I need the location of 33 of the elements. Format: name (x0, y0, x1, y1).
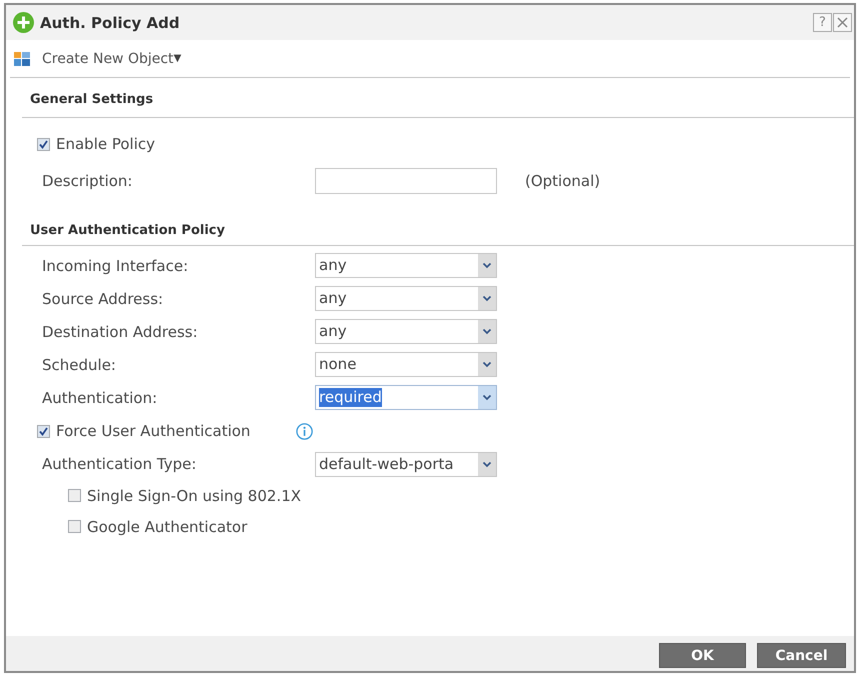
footer-button[interactable]: Cancel (757, 643, 846, 668)
text-field[interactable] (315, 168, 497, 194)
checkbox-label: Force User Authentication (56, 421, 250, 441)
field-label: Description: (42, 171, 132, 191)
dropdown[interactable]: any (315, 286, 497, 311)
dropdown[interactable]: none (315, 352, 497, 377)
plus-circle-icon (13, 12, 34, 33)
field-label: Source Address: (42, 288, 164, 308)
app-tiles-icon (14, 52, 30, 66)
field-label: Schedule: (42, 354, 116, 374)
checkbox-label: Google Authenticator (87, 516, 248, 536)
create-object-menu[interactable]: Create New Object▼ (14, 48, 182, 68)
checkbox[interactable] (68, 489, 81, 502)
dropdown[interactable]: default-web-porta (315, 452, 497, 476)
checkbox-label: Enable Policy (56, 134, 156, 154)
footer-button[interactable]: OK (659, 643, 746, 668)
info-icon[interactable] (296, 422, 313, 440)
dialog-title: Auth. Policy Add (40, 12, 180, 32)
section-heading: User Authentication Policy (30, 222, 226, 240)
dropdown[interactable]: any (315, 319, 497, 344)
field-hint: (Optional) (525, 171, 600, 191)
checkbox[interactable] (68, 520, 81, 533)
close-icon[interactable] (833, 13, 852, 32)
section-heading: General Settings (30, 91, 154, 109)
dropdown[interactable]: required (315, 385, 497, 410)
field-label: Incoming Interface: (42, 256, 188, 276)
field-label: Destination Address: (42, 322, 198, 342)
checkbox[interactable] (37, 424, 50, 438)
checkbox[interactable] (37, 138, 50, 150)
field-label: Authentication: (42, 388, 158, 408)
field-label: Authentication Type: (42, 454, 196, 474)
dropdown[interactable]: any (315, 253, 497, 278)
checkbox-label: Single Sign-On using 802.1X (87, 486, 302, 506)
